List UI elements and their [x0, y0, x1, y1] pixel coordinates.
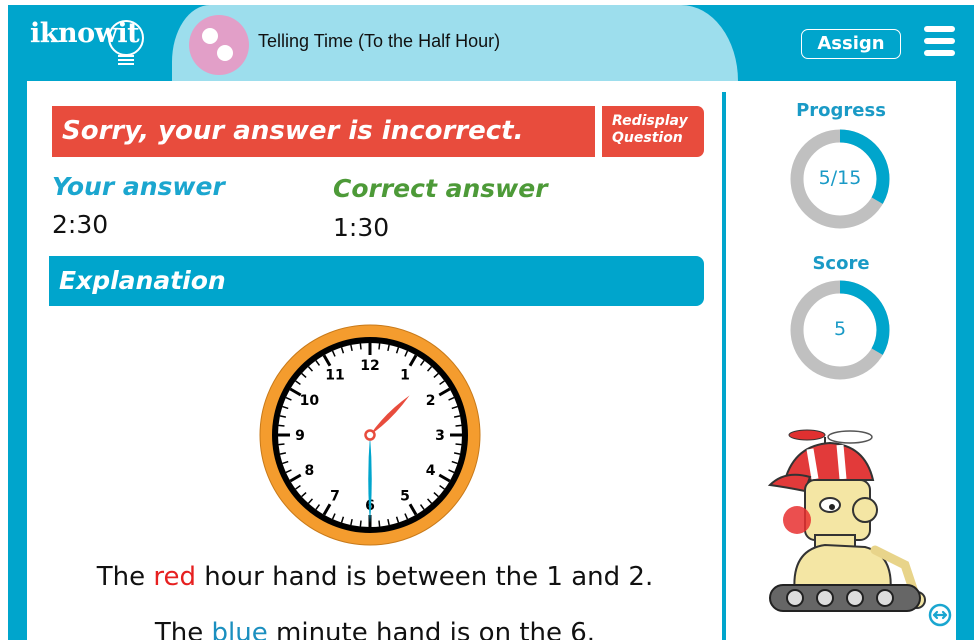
sentence-text: The	[154, 618, 212, 640]
lesson-title: Telling Time (To the Half Hour)	[258, 31, 501, 51]
progress-label: Progress	[796, 100, 886, 121]
clock-number: 5	[400, 489, 410, 505]
clock-image: 121234567891011	[259, 324, 481, 546]
clock-tick	[378, 343, 381, 350]
incorrect-banner: Sorry, your answer is incorrect.	[52, 106, 595, 157]
clock-tick	[359, 520, 362, 527]
clock-number: 1	[400, 367, 410, 383]
clock-tick	[278, 424, 285, 427]
clock-center-pin	[364, 429, 376, 441]
correct-answer-label: Correct answer	[333, 174, 548, 203]
clock-tick	[278, 443, 285, 446]
blue-word: blue	[211, 618, 268, 640]
menu-line	[924, 26, 955, 32]
robot-mascot	[767, 429, 926, 612]
your-answer-value: 2:30	[52, 210, 109, 239]
your-answer-label: Your answer	[52, 172, 225, 201]
progress-value: 5/15	[818, 167, 862, 189]
left-rail	[8, 81, 27, 640]
lightbulb-base-icon	[118, 55, 134, 65]
hamburger-menu-icon[interactable]	[924, 26, 955, 56]
assign-button[interactable]: Assign	[801, 29, 901, 59]
clock-number: 8	[305, 463, 315, 479]
menu-line	[924, 50, 955, 56]
redisplay-label-line1: Redisplay	[612, 113, 688, 129]
lightbulb-icon	[108, 20, 144, 56]
clock-tick	[378, 520, 381, 527]
sentence-text: minute hand is on the 6.	[267, 618, 596, 640]
clock-number: 9	[295, 428, 305, 444]
topic-icon	[189, 15, 249, 75]
clock-number: 10	[300, 393, 320, 409]
topic-dot	[202, 28, 218, 44]
explanation-sentence-hour: The red hour hand is between the 1 and 2…	[40, 562, 710, 592]
clock-tick	[359, 343, 362, 350]
clock-number: 3	[435, 428, 445, 444]
menu-line	[924, 38, 955, 44]
app-frame: iknowit Telling Time (To the Half Hour) …	[0, 0, 980, 640]
clock-tick	[455, 424, 462, 427]
clock-number: 7	[330, 489, 340, 505]
redisplay-question-button[interactable]: Redisplay Question	[602, 106, 704, 157]
clock-tick	[455, 443, 462, 446]
sentence-text: hour hand is between the 1 and 2.	[196, 562, 654, 592]
topic-dot	[217, 45, 233, 61]
clock-number: 4	[426, 463, 436, 479]
red-word: red	[153, 562, 197, 592]
clock-number: 12	[360, 358, 379, 374]
clock-number: 2	[426, 393, 436, 409]
sentence-text: The	[96, 562, 154, 592]
red-nose	[783, 506, 811, 534]
redisplay-label-line2: Question	[612, 130, 683, 146]
score-value: 5	[833, 318, 847, 340]
score-label: Score	[812, 253, 870, 274]
correct-answer-value: 1:30	[333, 213, 390, 242]
clock-number: 11	[325, 367, 344, 383]
explanation-header: Explanation	[49, 256, 704, 306]
expand-swap-icon[interactable]	[928, 603, 952, 627]
cap-visor	[767, 473, 812, 493]
right-rail	[956, 81, 974, 640]
sidebar-divider	[722, 92, 726, 640]
explanation-sentence-minute: The blue minute hand is on the 6.	[40, 618, 710, 640]
